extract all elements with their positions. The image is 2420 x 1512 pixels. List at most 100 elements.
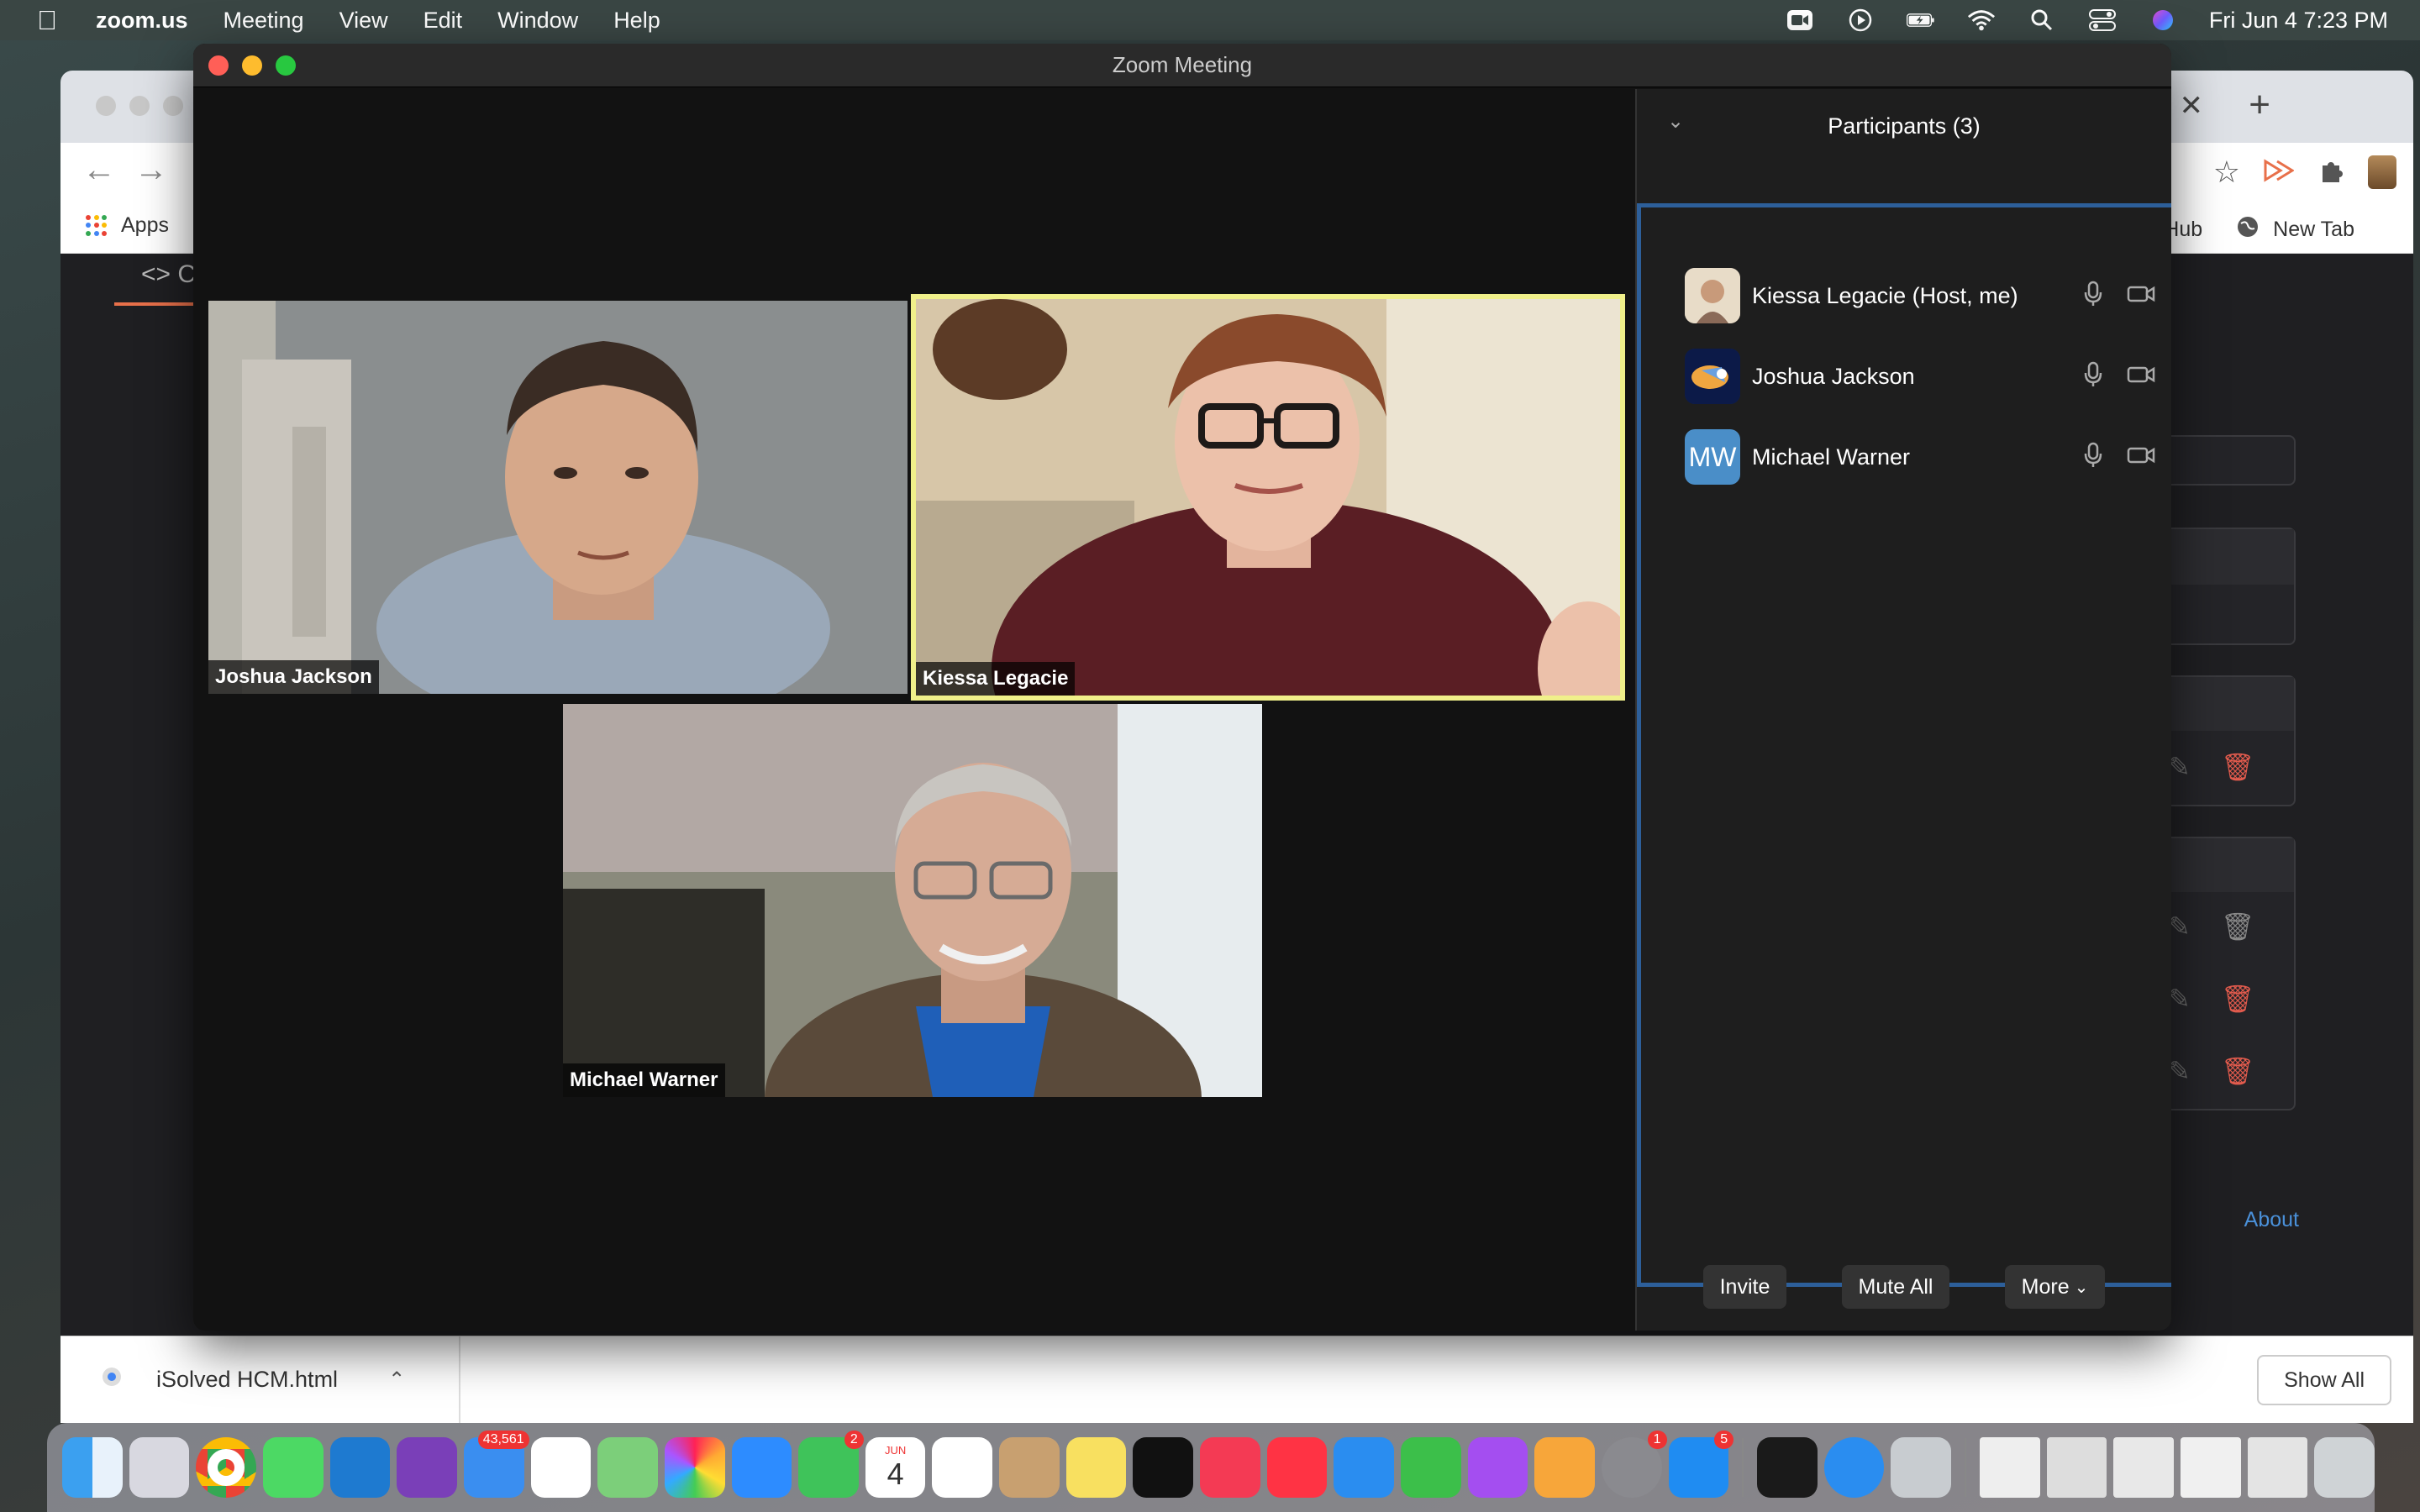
apps-grid-icon: [86, 214, 108, 237]
browser-close-dot[interactable]: [96, 96, 116, 116]
invite-button[interactable]: Invite: [1702, 1265, 1787, 1309]
browser-zoom-dot[interactable]: [163, 96, 183, 116]
music-icon[interactable]: [1200, 1437, 1260, 1498]
participant-row[interactable]: Joshua Jackson: [1685, 349, 2155, 404]
launchpad-icon[interactable]: [129, 1437, 190, 1498]
numbers-icon[interactable]: [1400, 1437, 1461, 1498]
delete-trash-icon[interactable]: 🗑: [2221, 751, 2255, 783]
finder-icon[interactable]: [62, 1437, 123, 1498]
dock-document-thumbnail[interactable]: [2247, 1437, 2308, 1498]
more-button-label: More: [2021, 1274, 2070, 1299]
appstore-badge: 5: [1714, 1431, 1734, 1449]
bookmark-star-icon[interactable]: ☆: [2213, 155, 2240, 190]
menu-meeting[interactable]: Meeting: [224, 8, 304, 34]
menu-window[interactable]: Window: [497, 8, 578, 34]
video-tile-michael-warner[interactable]: Michael Warner: [563, 704, 1262, 1097]
maps-icon[interactable]: [597, 1437, 658, 1498]
back-arrow-icon[interactable]: ←: [82, 151, 116, 189]
apple-tv-icon[interactable]: [1133, 1437, 1194, 1498]
app-store-icon[interactable]: 5: [1668, 1431, 1734, 1498]
photos-icon[interactable]: [664, 1437, 725, 1498]
pages-icon[interactable]: [1534, 1437, 1595, 1498]
delete-trash-icon[interactable]: 🗑: [2221, 1055, 2255, 1087]
participant-row[interactable]: Kiessa Legacie (Host, me): [1685, 268, 2155, 323]
microphone-icon[interactable]: [2083, 361, 2103, 392]
notes-icon[interactable]: [1065, 1437, 1127, 1498]
new-tab-plus-icon[interactable]: +: [2249, 84, 2270, 126]
keynote-icon[interactable]: [1334, 1437, 1394, 1498]
system-preferences-icon[interactable]: 1: [1601, 1431, 1667, 1498]
video-camera-icon[interactable]: [2127, 284, 2155, 308]
edit-pencil-icon[interactable]: ✎: [2168, 911, 2191, 942]
edit-pencil-icon[interactable]: ✎: [2168, 751, 2191, 783]
zoom-status-icon[interactable]: [1786, 8, 1814, 32]
preview-icon[interactable]: [1891, 1437, 1952, 1498]
menu-help[interactable]: Help: [613, 8, 660, 34]
reminders-icon[interactable]: [932, 1437, 993, 1498]
mute-all-button[interactable]: Mute All: [1841, 1265, 1950, 1309]
zoom-title-bar: Zoom Meeting: [193, 44, 2171, 87]
dock-document-thumbnail[interactable]: [2113, 1437, 2174, 1498]
tab-close-icon[interactable]: ✕: [2180, 89, 2204, 123]
messages-icon[interactable]: [263, 1437, 324, 1498]
safari-icon[interactable]: [1823, 1437, 1885, 1498]
edit-pencil-icon[interactable]: ✎: [2168, 983, 2191, 1015]
video-camera-icon[interactable]: [2127, 365, 2155, 389]
page-row-actions-3: ✎ 🗑: [2168, 983, 2254, 1015]
mail-icon[interactable]: 43,561: [463, 1431, 529, 1498]
apple-menu-icon[interactable]: : [32, 5, 62, 36]
siri-icon[interactable]: [2149, 8, 2177, 32]
chevron-down-icon[interactable]: ⌄: [1667, 109, 1684, 134]
menu-app-name[interactable]: zoom.us: [96, 8, 188, 34]
menubar-clock[interactable]: Fri Jun 4 7:23 PM: [2209, 8, 2388, 34]
participant-controls: [2083, 281, 2155, 312]
contacts-icon[interactable]: [999, 1437, 1060, 1498]
extensions-puzzle-icon[interactable]: [2317, 157, 2344, 188]
edit-pencil-icon[interactable]: ✎: [2168, 1055, 2191, 1087]
wifi-icon[interactable]: [1967, 8, 1996, 32]
bookmark-new-tab[interactable]: New Tab: [2236, 215, 2354, 244]
microphone-icon[interactable]: [2083, 442, 2103, 473]
dock-document-thumbnail[interactable]: [2180, 1437, 2241, 1498]
dock-document-thumbnail[interactable]: [1980, 1437, 2040, 1498]
video-tile-kiessa-legacie[interactable]: Kiessa Legacie: [911, 294, 1625, 701]
chevron-up-icon[interactable]: ⌃: [388, 1368, 405, 1392]
calendar-icon[interactable]: JUN 4: [865, 1437, 926, 1498]
trash-icon[interactable]: [2314, 1437, 2375, 1498]
slack-icon[interactable]: [530, 1437, 592, 1498]
forward-arrow-icon[interactable]: →: [134, 151, 168, 189]
delete-trash-icon[interactable]: 🗑: [2221, 911, 2255, 942]
dock: 43,561 2 JUN 4 1 5: [47, 1423, 2375, 1512]
browser-profile-avatar[interactable]: [2368, 155, 2396, 189]
delete-trash-icon[interactable]: 🗑: [2221, 983, 2255, 1015]
video-name-tag: Michael Warner: [563, 1063, 725, 1097]
facetime-icon[interactable]: 2: [798, 1431, 864, 1498]
terminal-icon[interactable]: [1757, 1437, 1818, 1498]
menu-edit[interactable]: Edit: [424, 8, 463, 34]
podcasts-icon[interactable]: [1467, 1437, 1528, 1498]
chrome-icon[interactable]: [196, 1437, 257, 1498]
code-tab[interactable]: <> C: [141, 260, 196, 289]
menu-view[interactable]: View: [339, 8, 388, 34]
microphone-icon[interactable]: [2083, 281, 2103, 312]
github-desktop-icon[interactable]: [397, 1437, 457, 1498]
download-item[interactable]: iSolved HCM.html ⌃: [60, 1336, 460, 1423]
spotlight-search-icon[interactable]: [2028, 8, 2056, 32]
video-name-tag: Kiessa Legacie: [916, 662, 1076, 696]
play-icon[interactable]: [1846, 8, 1875, 32]
more-button[interactable]: More ⌄: [2004, 1265, 2106, 1309]
browser-minimize-dot[interactable]: [129, 96, 150, 116]
participant-row[interactable]: MW Michael Warner: [1685, 429, 2155, 485]
zoom-app-icon[interactable]: [731, 1437, 792, 1498]
vscode-icon[interactable]: [329, 1437, 391, 1498]
battery-icon[interactable]: [1906, 8, 1935, 32]
video-camera-icon[interactable]: [2127, 445, 2155, 470]
dock-document-thumbnail[interactable]: [2046, 1437, 2107, 1498]
bookmark-apps[interactable]: Apps: [86, 213, 169, 238]
control-center-icon[interactable]: [2088, 8, 2117, 32]
news-icon[interactable]: [1266, 1437, 1328, 1498]
extension-red-icon[interactable]: [2264, 158, 2295, 187]
show-all-button[interactable]: Show All: [2257, 1355, 2391, 1405]
about-link[interactable]: About: [2244, 1208, 2299, 1232]
video-tile-joshua-jackson[interactable]: Joshua Jackson: [208, 301, 908, 694]
